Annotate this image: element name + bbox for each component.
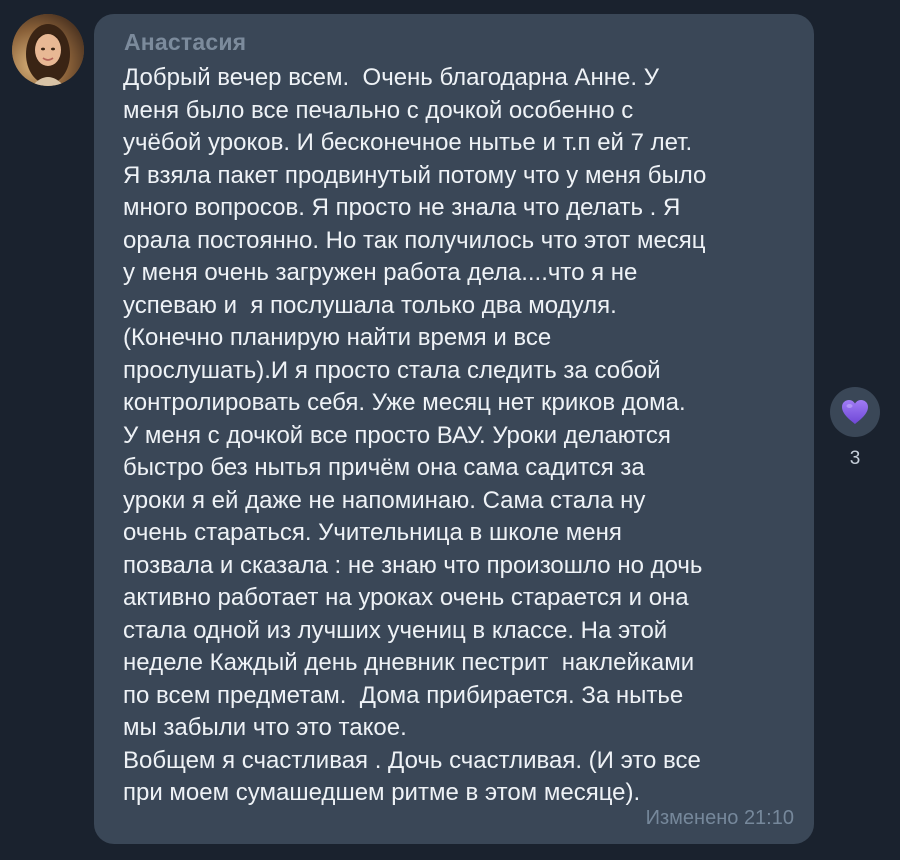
message-line: много вопросов. Я просто не знала что де… — [123, 194, 681, 221]
message-line: стала одной из лучших учениц в классе. Н… — [123, 616, 668, 644]
message-line: мы забыли что это такое. — [123, 714, 407, 741]
author-name[interactable]: Анастасия — [124, 29, 246, 56]
message-meta: Изменено 21:10 — [646, 807, 794, 830]
edited-label: Изменено — [645, 807, 739, 829]
message-line: прослушать).И я просто стала следить за … — [123, 356, 661, 384]
reaction-button[interactable] — [830, 387, 880, 437]
message-line: контролировать себя. Уже месяц нет крико… — [123, 389, 686, 416]
message-line: успеваю и я послушала только два модуля. — [123, 291, 617, 319]
message-line: меня было все печально с дочкой особенно… — [123, 96, 634, 124]
message-bubble[interactable]: Анастасия Добрый вечер всем. Очень благо… — [94, 14, 814, 844]
message-line: быстро без нытья причём она сама садится… — [123, 454, 645, 481]
message-line: У меня с дочкой все просто ВАУ. Уроки де… — [123, 421, 671, 449]
avatar[interactable] — [12, 14, 84, 86]
message-line: уроки я ей даже не напоминаю. Сама стала… — [123, 486, 646, 514]
message-line: очень стараться. Учительница в школе мен… — [123, 519, 622, 546]
message-line: при моем сумашедшем ритме в этом месяце)… — [123, 779, 641, 806]
message-line: по всем предметам. Дома прибирается. За … — [123, 681, 684, 709]
reaction-count: 3 — [849, 448, 861, 469]
avatar-photo — [12, 14, 84, 86]
message-time: 21:10 — [743, 807, 794, 829]
message-line: Я взяла пакет продвинутый потому что у м… — [123, 161, 707, 189]
message-line: Вобщем я счастливая . Дочь счастливая. (… — [123, 746, 701, 774]
message-line: у меня очень загружен работа дела....что… — [123, 259, 638, 286]
message-line: учёбой уроков. И бесконечное нытье и т.п… — [123, 129, 693, 156]
purple-heart-icon — [842, 400, 868, 424]
message-line: Добрый вечер всем. Очень благодарна Анне… — [123, 64, 659, 91]
message-line: позвала и сказала : не знаю что произошл… — [123, 551, 703, 579]
chat-view: Анастасия Добрый вечер всем. Очень благо… — [0, 0, 900, 860]
message-line: активно работает на уроках очень старает… — [123, 584, 689, 611]
message-line: орала постоянно. Но так получилось что э… — [123, 226, 706, 254]
message-line: (Конечно планирую найти время и все — [123, 324, 552, 351]
message-line: неделе Каждый день дневник пестрит накле… — [123, 649, 695, 676]
message-text: Добрый вечер всем. Очень благодарна Анне… — [123, 62, 803, 810]
